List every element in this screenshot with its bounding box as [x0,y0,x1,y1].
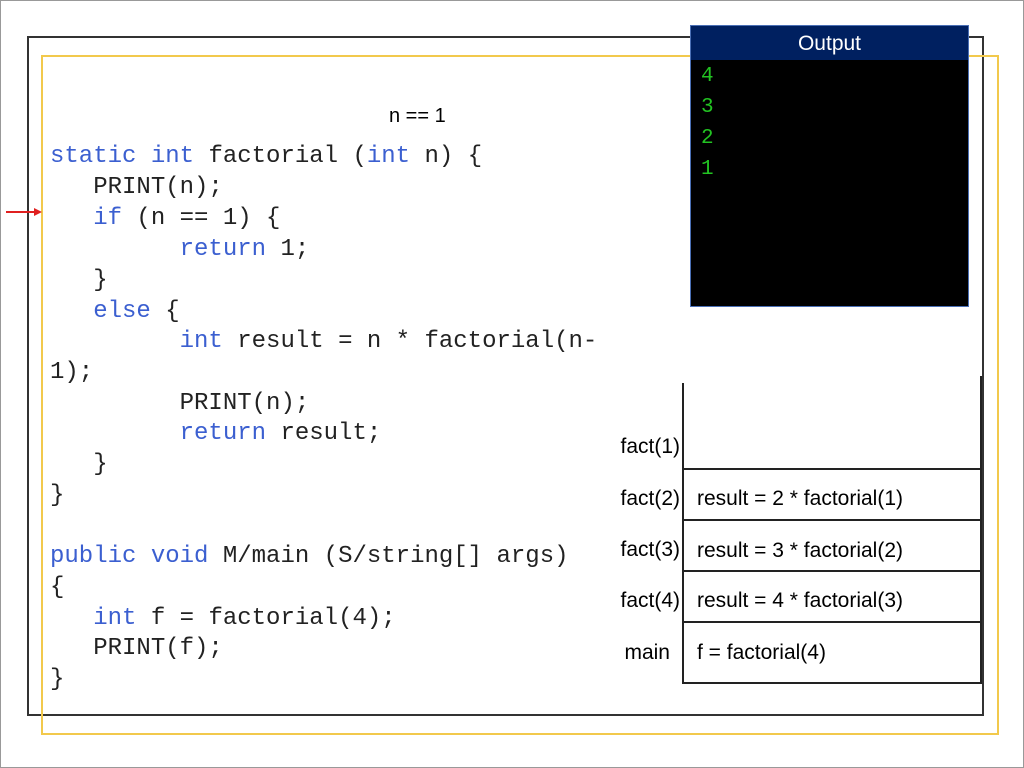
code-line: int f = factorial(4); [50,604,396,634]
code-keyword: void [150,543,223,570]
stack-frame-content: f = factorial(4) [697,641,826,664]
code-text: PRINT(f); [50,635,223,662]
stack-frame-label: fact(2) [620,487,680,510]
code-line: return result; [50,419,382,449]
code-line: } [50,481,64,511]
code-text: f = factorial(4); [136,605,396,632]
code-line: 1); [50,358,93,388]
code-keyword: int [179,328,223,355]
code-keyword: int [150,143,209,170]
code-line: PRINT(n); [50,173,223,203]
code-text: } [50,267,108,294]
stack-right-edge [980,376,982,684]
stack-frame-content: result = 4 * factorial(3) [697,589,904,612]
code-line: PRINT(n); [50,389,310,419]
code-text: { [150,298,180,325]
condition-label: n == 1 [389,105,446,127]
stack-frame-label: fact(3) [620,538,680,561]
code-text: result = n * factorial(n- [222,328,598,355]
stack-divider [682,570,982,572]
stack-frame-label: fact(1) [620,435,680,458]
stack-divider [682,468,982,470]
code-keyword: return [179,236,267,263]
stack-left-edge [682,383,684,684]
code-text: 1); [50,359,94,386]
output-line: 3 [701,96,714,119]
red-arrow-icon [6,208,42,216]
stack-bottom [682,682,982,684]
stack-frame-content: result = 2 * factorial(1) [697,487,904,510]
stack-divider [682,519,982,521]
code-keyword: if [93,205,123,232]
code-line: } [50,450,108,480]
code-line: public void M/main (S/string[] args) [50,542,569,572]
code-line: return 1; [50,235,310,265]
stack-frame-label: fact(4) [620,589,680,612]
output-line: 4 [701,65,714,88]
code-line: } [50,665,64,695]
code-text: } [50,666,65,693]
code-keyword: return [179,420,267,447]
stack-divider [682,621,982,623]
stack-frame-content: result = 3 * factorial(2) [697,539,904,562]
code-keyword: else [93,298,151,325]
code-text: } [50,451,108,478]
code-line: { [50,573,64,603]
code-text: PRINT(n); [50,390,310,417]
code-line: } [50,266,108,296]
code-keyword: static [50,143,151,170]
code-text: 1; [266,236,310,263]
code-keyword: int [93,605,137,632]
stack-frame-label: main [624,641,670,664]
output-line: 1 [701,158,714,181]
code-keyword: int [366,143,411,170]
output-line: 2 [701,127,714,150]
code-keyword: public [50,543,151,570]
code-text: PRINT(n); [50,174,223,201]
code-text: result; [266,420,382,447]
output-panel: Output 4 3 2 1 [690,25,969,307]
code-line: int result = n * factorial(n- [50,327,598,357]
code-text: n) { [410,143,483,170]
code-text: M/main (S/string[] args) [222,543,569,570]
code-text: (n == 1) { [122,205,281,232]
code-line: PRINT(f); [50,634,223,664]
code-text: { [50,574,65,601]
code-line: if (n == 1) { [50,204,280,234]
code-text: } [50,482,65,509]
output-title: Output [691,26,968,60]
code-text: factorial ( [208,143,367,170]
code-line: else { [50,297,180,327]
code-line: static int factorial (int n) { [50,142,482,172]
